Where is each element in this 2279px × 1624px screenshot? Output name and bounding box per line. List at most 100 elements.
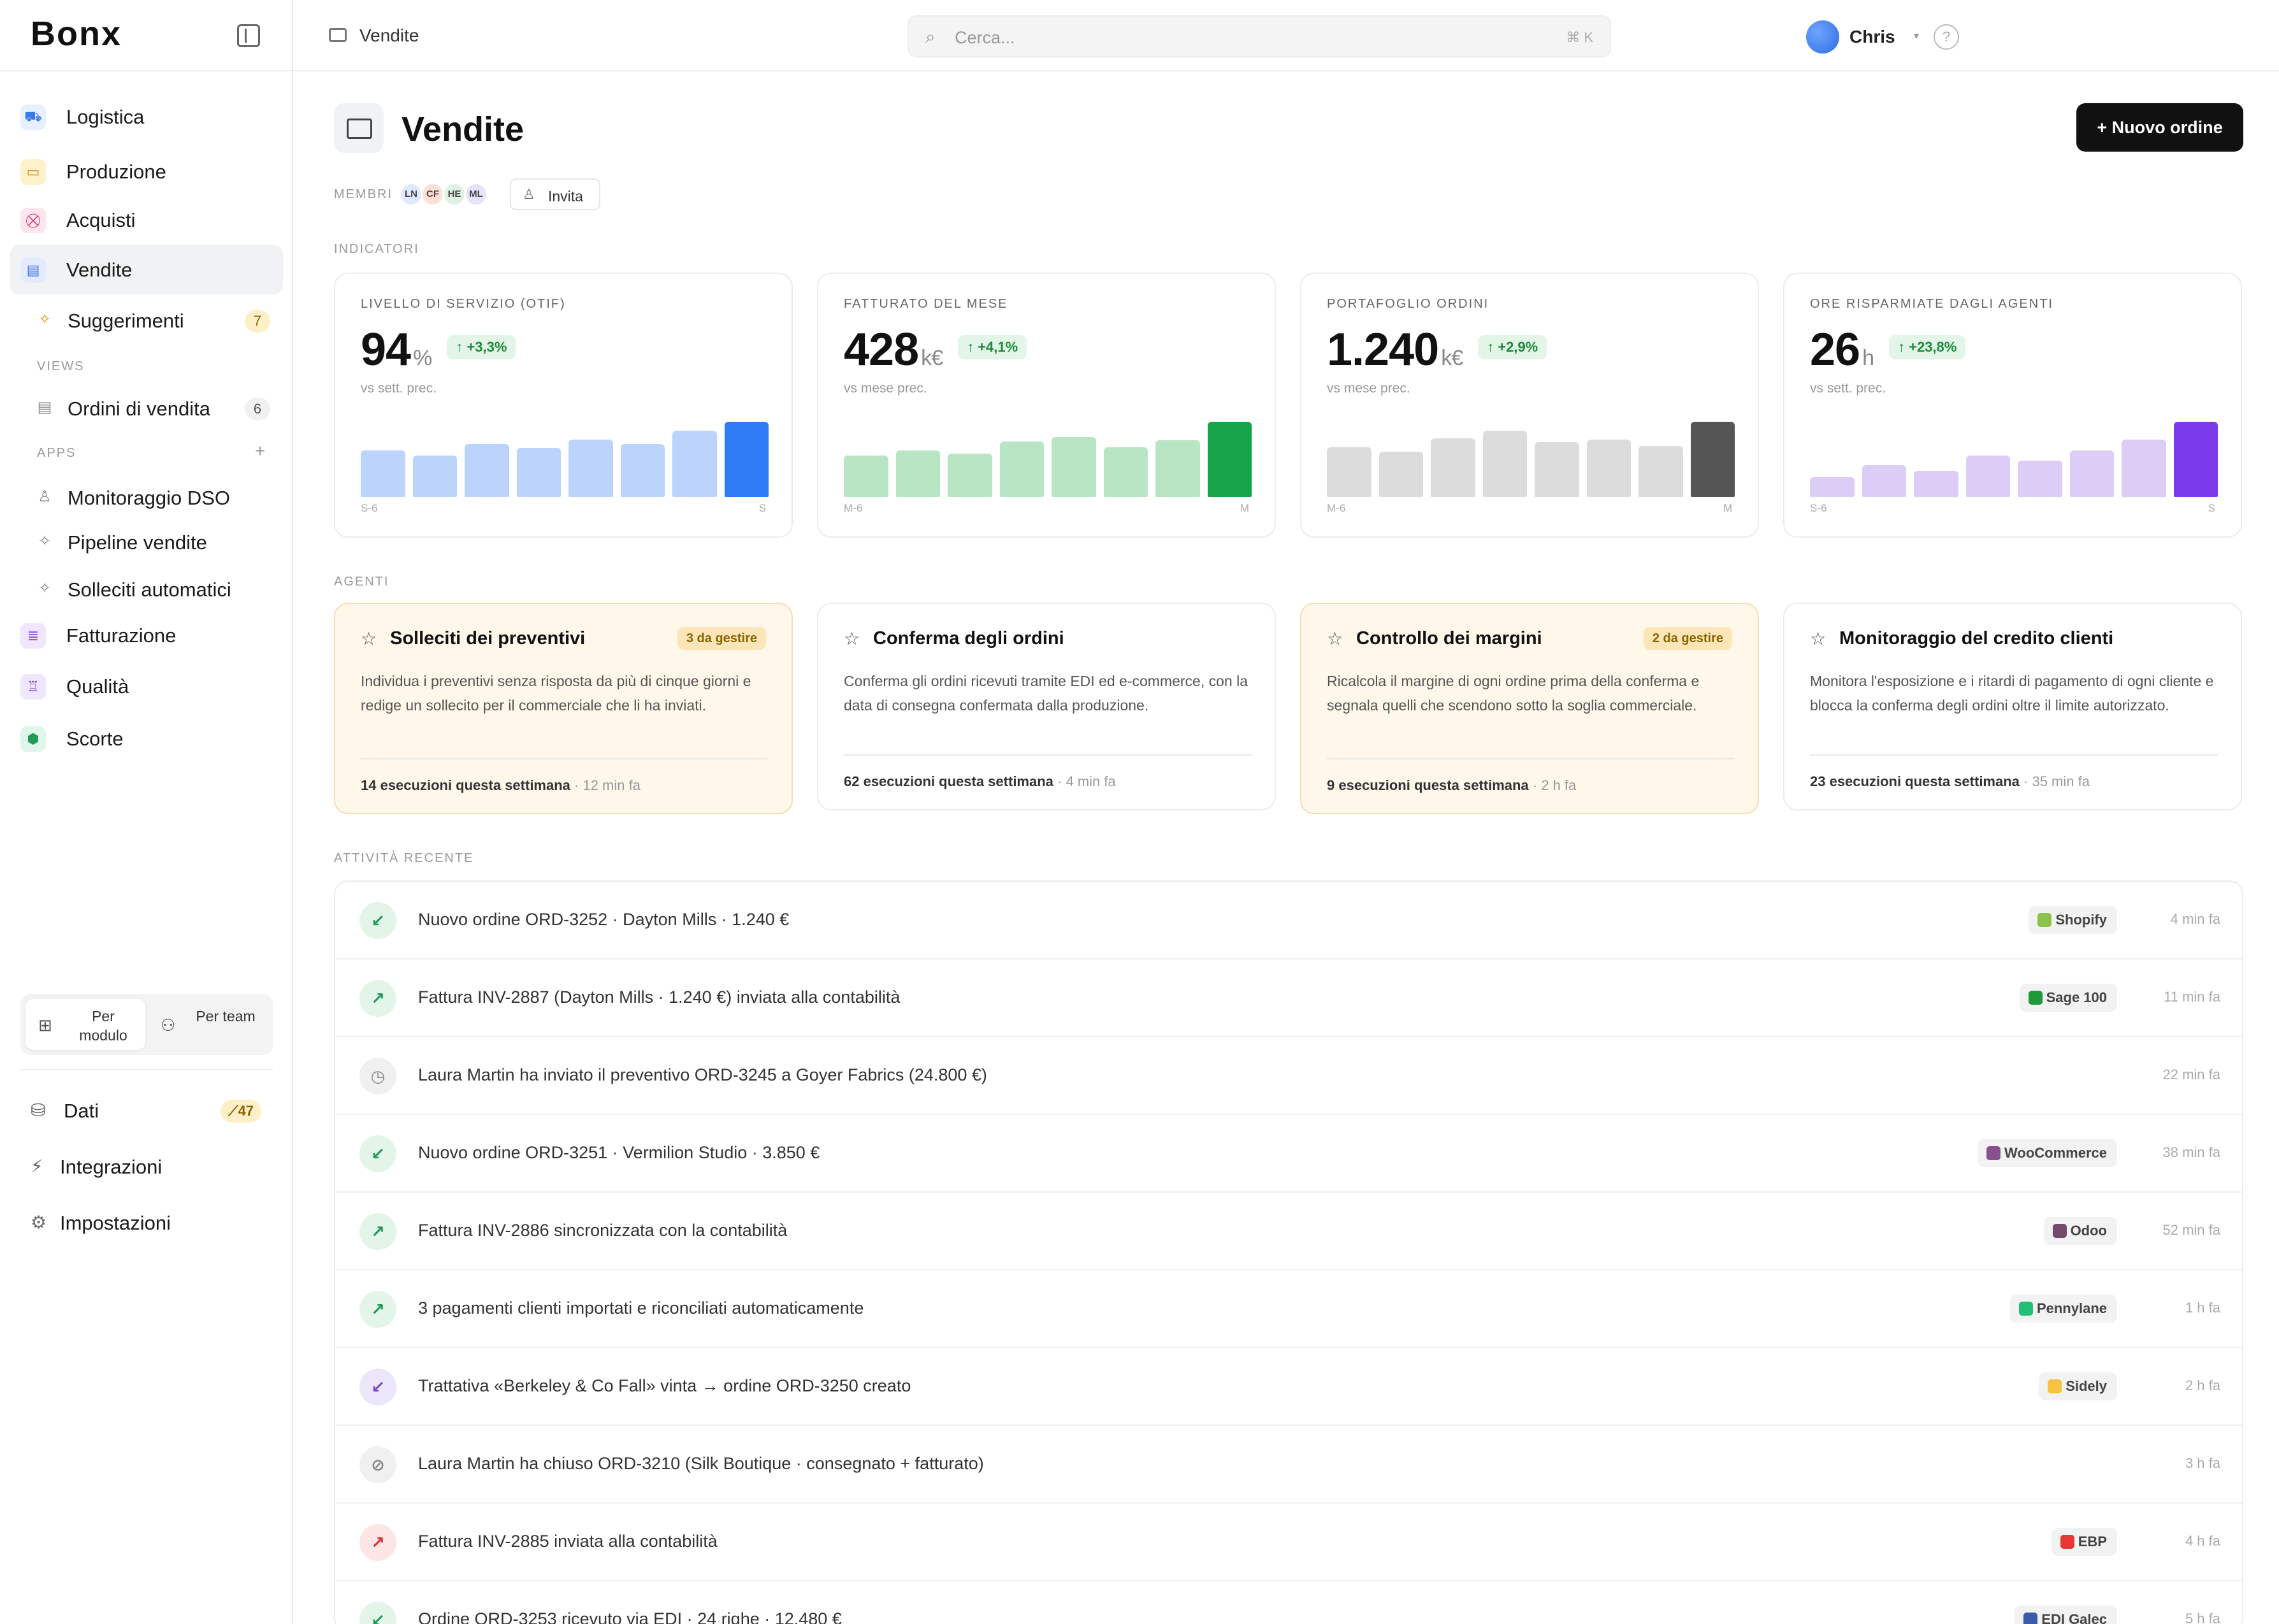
sidebar-item-ordini-di-vendita[interactable]: ▤ Ordini di vendita 6 xyxy=(24,386,283,429)
activity-time: 22 min fa xyxy=(2162,1067,2221,1082)
sidebar-item-label: Produzione xyxy=(66,161,166,183)
agent-last-run: · 4 min fa xyxy=(1053,773,1116,789)
kpi-title: ORE RISPARMIATE DAGLI AGENTI xyxy=(1810,297,2053,311)
agents-section-label: AGENTI xyxy=(334,575,389,589)
count-badge: 6 xyxy=(245,398,270,420)
kpi-bar xyxy=(568,440,613,497)
agent-footer: 9 esecuzioni questa settimana · 2 h fa xyxy=(1327,777,1576,794)
invite-button[interactable]: ♙ Invita xyxy=(510,178,600,210)
activity-row[interactable]: ↗ Fattura INV-2886 sincronizzata con la c… xyxy=(335,1193,2242,1270)
member-avatar[interactable]: LN xyxy=(399,182,423,206)
sidebar-item-suggerimenti[interactable]: ✧ Suggerimenti 7 xyxy=(24,298,283,341)
activity-time: 38 min fa xyxy=(2162,1144,2221,1160)
activity-row[interactable]: ↙ Nuovo ordine ORD-3252 · Dayton Mills · … xyxy=(335,882,2242,959)
sidebar-item-qualit[interactable]: ♖ Qualità xyxy=(10,661,283,711)
agent-card[interactable]: ☆ Monitoraggio del credito clienti Monitor… xyxy=(1783,603,2242,810)
kpi-bar xyxy=(1535,442,1579,497)
chevron-down-icon[interactable]: ▼ xyxy=(1912,31,1921,41)
sidebar-app-3[interactable]: ✧ Solleciti automatici xyxy=(24,567,283,610)
kpi-unit: k€ xyxy=(921,346,943,370)
activity-row[interactable]: ↙ Ordine ORD-3253 ricevuto via EDI · 24 r… xyxy=(335,1581,2242,1624)
sidebar-item-acquisti[interactable]: ⛒ Acquisti xyxy=(10,195,283,245)
kpi-comparison: vs sett. prec. xyxy=(1810,381,1886,396)
star-icon[interactable]: ☆ xyxy=(844,628,860,649)
activity-text: Fattura INV-2887 (Dayton Mills · 1.240 €… xyxy=(418,988,901,1007)
sidebar-item-fatturazione[interactable]: ≣ Fatturazione xyxy=(10,610,283,660)
users-icon: ⚇ xyxy=(161,1016,176,1035)
kpi-title: LIVELLO DI SERVIZIO (OTIF) xyxy=(361,297,566,311)
star-icon[interactable]: ☆ xyxy=(1327,628,1343,649)
sidebar-item-label: Integrazioni xyxy=(60,1156,163,1178)
activity-text: Fattura INV-2885 inviata alla contabilit… xyxy=(418,1532,718,1551)
agent-title: Solleciti dei preventivi xyxy=(390,628,586,649)
kpi-card[interactable]: ORE RISPARMIATE DAGLI AGENTI 26 h ↑ +23,8% v… xyxy=(1783,273,2242,538)
kpi-delta-badge: ↑ +23,8% xyxy=(1889,335,1966,359)
activity-row[interactable]: ↙ Trattativa «Berkeley & Co Fall» vinta →… xyxy=(335,1348,2242,1426)
agent-card[interactable]: ☆ Controllo dei margini 2 da gestire Ricalc… xyxy=(1300,603,1759,814)
sidebar-item-vendite[interactable]: ▤ Vendite xyxy=(10,245,283,294)
sparkle-icon: ✧ xyxy=(38,580,52,597)
activity-time: 2 h fa xyxy=(2185,1377,2220,1393)
agent-footer: 23 esecuzioni questa settimana · 35 min … xyxy=(1810,773,2090,790)
new-order-button[interactable]: + Nuovo ordine xyxy=(2076,103,2243,152)
kpi-delta-badge: ↑ +4,1% xyxy=(958,335,1027,359)
add-app-icon[interactable]: + xyxy=(255,441,265,461)
kpi-card[interactable]: PORTAFOGLIO ORDINI 1.240 k€ ↑ +2,9% vs mese … xyxy=(1300,273,1759,538)
collapse-sidebar-icon[interactable] xyxy=(237,24,260,47)
sidebar-item-label: Fatturazione xyxy=(66,624,177,647)
activity-row[interactable]: ↗ Fattura INV-2885 inviata alla contabili… xyxy=(335,1504,2242,1581)
star-icon[interactable]: ☆ xyxy=(1810,628,1826,649)
activity-status-icon: ↙ xyxy=(359,1369,396,1405)
activity-row[interactable]: ↙ Nuovo ordine ORD-3251 · Vermilion Studi… xyxy=(335,1115,2242,1193)
sidebar-item-dati[interactable]: ⛁ Dati ⟋47 xyxy=(20,1088,273,1133)
kpi-number: 428 xyxy=(844,324,919,375)
activity-row[interactable]: ◷ Laura Martin ha inviato il preventivo O… xyxy=(335,1037,2242,1115)
activity-status-icon: ⊘ xyxy=(359,1446,396,1483)
kpi-card[interactable]: FATTURATO DEL MESE 428 k€ ↑ +4,1% vs mese pr… xyxy=(817,273,1276,538)
kpi-bar xyxy=(1862,465,1906,497)
avatar[interactable] xyxy=(1806,20,1839,54)
sidebar-item-integrazioni[interactable]: ⚡ Integrazioni xyxy=(20,1144,273,1189)
sidebar-app-2[interactable]: ✧ Pipeline vendite xyxy=(24,520,283,563)
agent-card[interactable]: ☆ Conferma degli ordini Conferma gli ordin… xyxy=(817,603,1276,810)
kpi-bar xyxy=(844,456,888,497)
sidebar-item-scorte[interactable]: ⬢ Scorte xyxy=(10,714,283,763)
sidebar-item-produzione[interactable]: ▭ Produzione xyxy=(10,147,283,196)
activity-status-icon: ↙ xyxy=(359,902,396,939)
activity-status-icon: ↗ xyxy=(359,1524,396,1561)
activity-text: Nuovo ordine ORD-3251 · Vermilion Studio… xyxy=(418,1143,820,1162)
member-avatar[interactable]: ML xyxy=(464,182,488,206)
sidebar-item-impostazioni[interactable]: ⚙ Impostazioni xyxy=(20,1200,273,1245)
invite-label: Invita xyxy=(548,188,583,205)
kpi-card[interactable]: LIVELLO DI SERVIZIO (OTIF) 94% ↑ +3,3% vs s… xyxy=(334,273,793,538)
agent-card[interactable]: ☆ Solleciti dei preventivi 3 da gestire Ind… xyxy=(334,603,793,814)
activity-row[interactable]: ↗ Fattura INV-2887 (Dayton Mills · 1.240 … xyxy=(335,959,2242,1037)
toggle-by-module[interactable]: ⊞ Per modulo xyxy=(25,999,145,1050)
kpi-bar xyxy=(1052,437,1096,497)
member-avatar[interactable]: CF xyxy=(421,182,445,206)
kpi-bar xyxy=(1378,452,1423,497)
activity-row[interactable]: ⊘ Laura Martin ha chiuso ORD-3210 (Silk B… xyxy=(335,1426,2242,1504)
breadcrumb[interactable]: Vendite xyxy=(359,25,419,46)
member-avatar[interactable]: HE xyxy=(442,182,467,206)
cart-icon: ⛒ xyxy=(20,208,46,233)
source-badge: Pennylane xyxy=(2009,1295,2117,1323)
count-badge: 7 xyxy=(245,310,270,333)
activity-row[interactable]: ↗ 3 pagamenti clienti importati e riconci… xyxy=(335,1270,2242,1348)
kpi-bar-chart xyxy=(1327,418,1735,497)
star-icon[interactable]: ☆ xyxy=(361,628,377,649)
agent-description: Individua i preventivi senza risposta da… xyxy=(361,673,751,714)
kpi-axis-end: M xyxy=(1240,502,1249,514)
source-logo-icon xyxy=(2060,1535,2074,1549)
kpi-delta-badge: ↑ +2,9% xyxy=(1478,335,1547,359)
folder-icon: ▭ xyxy=(20,159,46,185)
toggle-by-team[interactable]: ⚇ Per team xyxy=(148,999,268,1050)
help-icon[interactable]: ? xyxy=(1934,24,1959,50)
search-input[interactable]: ⌕ Cerca... ⌘ K xyxy=(908,15,1611,57)
user-name[interactable]: Chris xyxy=(1849,27,1895,47)
source-badge: EDI Galec xyxy=(2015,1606,2117,1624)
kpi-bar xyxy=(412,456,457,497)
kpi-bar-chart xyxy=(361,418,769,497)
sidebar-item-logistica[interactable]: ⛟ Logistica xyxy=(10,92,283,141)
sidebar-app-1[interactable]: ♙ Monitoraggio DSO xyxy=(24,475,283,519)
